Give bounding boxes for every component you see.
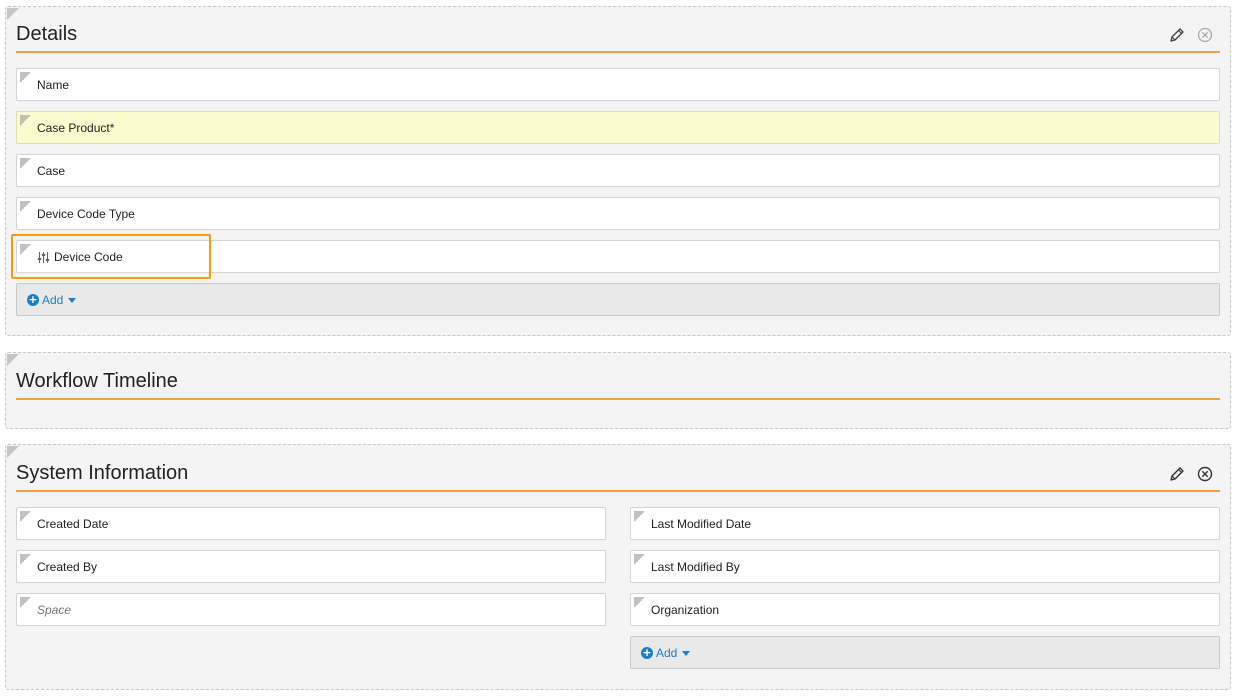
system-information-section: System Information Created Date Created … [5, 444, 1231, 690]
field-name[interactable]: Name [16, 68, 1220, 101]
field-drag-handle[interactable] [20, 597, 31, 608]
section-title: Details [16, 23, 78, 45]
settings-sliders-icon[interactable] [37, 251, 50, 264]
details-section: Details Name Case Product* Case Device C… [5, 6, 1231, 336]
field-label: Space [37, 603, 72, 617]
add-label: Add [42, 293, 64, 307]
field-device-code-type[interactable]: Device Code Type [16, 197, 1220, 230]
field-device-code[interactable]: Device Code [16, 240, 1220, 273]
field-label: Case [37, 164, 66, 178]
field-label: Created By [37, 560, 98, 574]
field-case[interactable]: Case [16, 154, 1220, 187]
section-drag-handle[interactable] [7, 446, 19, 458]
plus-circle-icon: + [27, 293, 39, 306]
field-label: Created Date [37, 517, 109, 531]
add-field-bar: + Add [16, 283, 1220, 316]
field-organization[interactable]: Organization [630, 593, 1220, 626]
field-last-modified-date[interactable]: Last Modified Date [630, 507, 1220, 540]
add-field-bar: + Add [630, 636, 1220, 669]
section-drag-handle[interactable] [7, 8, 19, 20]
section-divider [16, 51, 1220, 53]
caret-down-icon [68, 297, 77, 303]
caret-down-icon [682, 650, 691, 656]
close-circle-icon[interactable] [1196, 465, 1214, 483]
pencil-icon[interactable] [1168, 465, 1186, 483]
section-title: Workflow Timeline [16, 370, 178, 392]
field-drag-handle[interactable] [20, 158, 31, 169]
add-field-button[interactable]: + Add [641, 646, 691, 660]
section-divider [16, 490, 1220, 492]
field-label: Name [37, 78, 70, 92]
field-label: Last Modified By [651, 560, 740, 574]
field-drag-handle[interactable] [20, 244, 31, 255]
workflow-timeline-section: Workflow Timeline [5, 352, 1231, 429]
section-drag-handle[interactable] [7, 354, 19, 366]
field-drag-handle[interactable] [634, 597, 645, 608]
field-label: Organization [651, 603, 720, 617]
pencil-icon[interactable] [1168, 26, 1186, 44]
field-drag-handle[interactable] [20, 511, 31, 522]
field-drag-handle[interactable] [20, 115, 31, 126]
field-drag-handle[interactable] [20, 201, 31, 212]
field-drag-handle[interactable] [634, 554, 645, 565]
field-case-product[interactable]: Case Product* [16, 111, 1220, 144]
field-created-date[interactable]: Created Date [16, 507, 606, 540]
field-drag-handle[interactable] [634, 511, 645, 522]
field-label: Last Modified Date [651, 517, 752, 531]
field-drag-handle[interactable] [20, 554, 31, 565]
field-created-by[interactable]: Created By [16, 550, 606, 583]
add-field-button[interactable]: + Add [27, 293, 77, 307]
field-space[interactable]: Space [16, 593, 606, 626]
field-label: Device Code [54, 250, 123, 264]
section-title: System Information [16, 462, 189, 484]
field-drag-handle[interactable] [20, 72, 31, 83]
field-label: Case Product* [37, 121, 115, 135]
close-circle-icon[interactable] [1196, 26, 1214, 44]
field-last-modified-by[interactable]: Last Modified By [630, 550, 1220, 583]
section-divider [16, 398, 1220, 400]
plus-circle-icon: + [641, 646, 653, 659]
add-label: Add [656, 646, 678, 660]
field-label: Device Code Type [37, 207, 135, 221]
